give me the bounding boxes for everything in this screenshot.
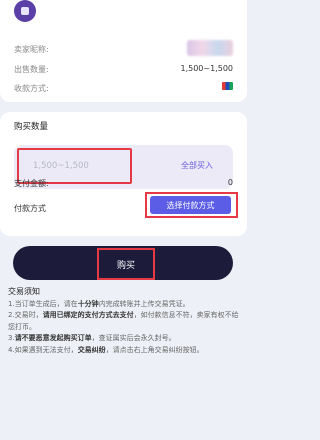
choose-method-highlight: 选择付款方式 (145, 192, 238, 218)
seller-pay-row: 收款方式: (14, 82, 233, 94)
seller-nickname-row: 卖家昵称: (14, 40, 233, 56)
seller-qty-label: 出售数量: (14, 65, 49, 74)
pay-method-label: 付款方式 (14, 204, 46, 213)
choose-payment-method-button[interactable]: 选择付款方式 (150, 196, 231, 214)
amount-label: 支付金额: (14, 179, 49, 188)
note-line-2: 2.交易时，请用已绑定的支付方式去支付，如付款信息不符，卖家有权不给您打币。 (8, 311, 239, 331)
buy-qty-title: 购买数量 (14, 122, 49, 132)
buy-card: 购买数量 全部买入 支付金额: 0 付款方式 选择付款方式 (0, 112, 247, 236)
amount-value: 0 (227, 178, 233, 187)
seller-nickname-label: 卖家昵称: (14, 45, 49, 54)
seller-info-card: 卖家昵称: 出售数量: 1,500~1,500 收款方式: (0, 0, 247, 102)
seller-nickname-blurred (187, 40, 233, 56)
buy-all-button[interactable]: 全部买入 (181, 160, 213, 171)
note-line-3: 3.请不要恶意发起购买订单，查证属实后会永久封号。 (8, 334, 176, 342)
trade-notes: 交易须知 1.当订单生成后，请在十分钟内完成转账并上传交易凭证。 2.交易时，请… (8, 286, 241, 356)
buy-button[interactable]: 购买 (97, 248, 155, 280)
payment-method-icon (222, 82, 233, 90)
note-line-1: 1.当订单生成后，请在十分钟内完成转账并上传交易凭证。 (8, 299, 190, 308)
seller-pay-label: 收款方式: (14, 84, 49, 93)
note-line-4: 4.如果遇到无法支付，交易纠纷，请点击右上角交易纠纷按钮。 (8, 345, 204, 354)
seller-avatar (14, 0, 36, 22)
buy-button-label: 购买 (116, 261, 135, 271)
seller-qty-value: 1,500~1,500 (180, 64, 233, 73)
seller-qty-row: 出售数量: 1,500~1,500 (14, 64, 233, 75)
notes-title: 交易须知 (8, 287, 40, 296)
